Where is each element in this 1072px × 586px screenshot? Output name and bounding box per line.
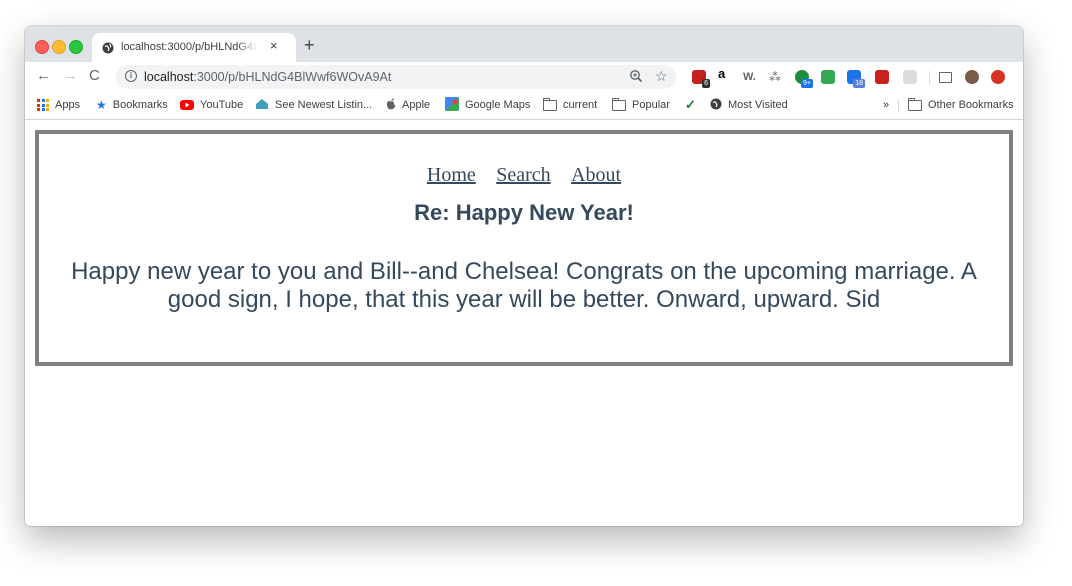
extension-green-icon[interactable]: [821, 70, 835, 84]
browser-tab[interactable]: localhost:3000/p/bHLNdG4BlWwf6WOvA9At ×: [92, 33, 296, 62]
maps-icon: [445, 96, 459, 114]
browser-toolbar: ← → C i localhost:3000/p/bHLNdG4BlWwf6WO…: [25, 62, 1023, 92]
bookmark-label: YouTube: [200, 99, 244, 111]
bookmark-label: current: [563, 99, 598, 111]
messages-icon[interactable]: 18: [847, 70, 865, 88]
nav-home-link[interactable]: Home: [427, 164, 476, 186]
folder-icon: [543, 97, 557, 111]
dropbox-icon[interactable]: ⁂: [769, 70, 783, 84]
globe-icon: [710, 98, 722, 113]
other-bookmarks-label: Other Bookmarks: [928, 99, 1014, 111]
maximize-window-button[interactable]: [69, 40, 83, 54]
bookmarks-overflow-button[interactable]: »: [883, 97, 889, 113]
url-host: localhost: [144, 70, 194, 84]
bookmark-apple[interactable]: Apple: [386, 97, 430, 113]
bookmark-label: See Newest Listin...: [275, 99, 373, 111]
post-title: Re: Happy New Year!: [414, 200, 634, 225]
bookmark-folder-current[interactable]: current: [543, 97, 597, 113]
apps-grid-icon: [37, 99, 49, 111]
wikipedia-icon[interactable]: W.: [743, 70, 757, 84]
extension-gray-icon[interactable]: [903, 70, 917, 84]
house-icon: [255, 98, 269, 113]
bookmark-label: Most Visited: [728, 99, 788, 111]
nav-about-link[interactable]: About: [571, 164, 621, 186]
bookmark-apps[interactable]: Apps: [37, 97, 80, 113]
back-button[interactable]: ←: [36, 67, 51, 85]
amazon-icon[interactable]: a: [718, 67, 732, 82]
globe-icon: [102, 41, 114, 59]
tab-strip: localhost:3000/p/bHLNdG4BlWwf6WOvA9At × …: [25, 26, 1023, 62]
bookmark-checkmark[interactable]: ✓: [685, 97, 702, 113]
checkmark-icon: ✓: [685, 97, 696, 112]
extension-blue-badge-icon[interactable]: 9+: [795, 70, 813, 88]
bookmark-label: Popular: [632, 99, 670, 111]
bookmark-label: Google Maps: [465, 99, 531, 111]
bookmarks-divider: [898, 99, 899, 113]
browser-window: localhost:3000/p/bHLNdG4BlWwf6WOvA9At × …: [25, 26, 1023, 526]
address-url[interactable]: localhost:3000/p/bHLNdG4BlWwf6WOvA9At: [144, 70, 391, 84]
folder-icon: [612, 97, 626, 111]
folder-icon: [908, 97, 922, 111]
post-body: Happy new year to you and Bill--and Chel…: [71, 258, 977, 313]
page-content: Home Search About Re: Happy New Year! Ha…: [25, 120, 1023, 526]
bookmark-newest-listings[interactable]: See Newest Listin...: [255, 97, 372, 113]
bookmark-label: Apple: [402, 99, 431, 111]
nav-search-link[interactable]: Search: [496, 164, 550, 186]
youtube-icon: [180, 100, 194, 110]
bookmark-google-maps[interactable]: Google Maps: [445, 96, 531, 114]
info-icon[interactable]: i: [125, 70, 137, 82]
minimize-window-button[interactable]: [52, 40, 66, 54]
forward-button[interactable]: →: [63, 67, 78, 85]
extension-todo-icon[interactable]: 6: [692, 70, 710, 88]
reload-button[interactable]: C: [89, 67, 100, 85]
close-window-button[interactable]: [35, 40, 49, 54]
bookmark-label: Apps: [55, 99, 81, 111]
address-bar[interactable]: i localhost:3000/p/bHLNdG4BlWwf6WOvA9At …: [116, 65, 676, 89]
toolbar-divider: [929, 71, 930, 85]
post-frame: Home Search About Re: Happy New Year! Ha…: [35, 130, 1013, 366]
star-icon: ★: [96, 98, 107, 112]
apple-icon: [386, 98, 396, 113]
cast-icon[interactable]: [939, 72, 952, 83]
bookmark-youtube[interactable]: YouTube: [180, 97, 243, 113]
bookmark-star-icon[interactable]: ☆: [655, 68, 668, 85]
bookmark-label: Bookmarks: [112, 99, 168, 111]
tab-title: localhost:3000/p/bHLNdG4BlWwf6WOvA9At: [121, 41, 257, 53]
bookmarks-bar: Apps ★ Bookmarks YouTube See Newest List…: [25, 92, 1023, 120]
bookmark-bookmarks[interactable]: ★ Bookmarks: [96, 97, 168, 113]
extension-red-icon[interactable]: [875, 70, 889, 84]
new-tab-button[interactable]: +: [304, 36, 315, 54]
avatar[interactable]: [965, 70, 979, 84]
site-nav: Home Search About: [39, 164, 1009, 187]
tab-close-icon[interactable]: ×: [270, 39, 278, 53]
update-icon[interactable]: [991, 70, 1005, 84]
other-bookmarks[interactable]: Other Bookmarks: [908, 97, 1014, 113]
url-path: :3000/p/bHLNdG4BlWwf6WOvA9At: [193, 70, 392, 84]
zoom-icon[interactable]: [629, 69, 643, 88]
bookmark-folder-popular[interactable]: Popular: [612, 97, 670, 113]
bookmark-most-visited[interactable]: Most Visited: [710, 97, 788, 113]
